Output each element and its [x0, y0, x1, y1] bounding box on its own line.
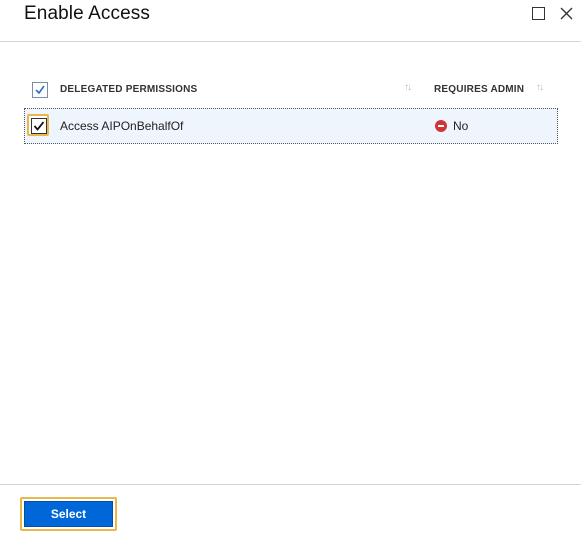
- select-button-highlight: Select: [20, 497, 117, 531]
- checkbox-box: [31, 118, 47, 134]
- sort-icon[interactable]: ↑↓: [404, 82, 412, 93]
- maximize-icon: [532, 7, 545, 20]
- maximize-button[interactable]: [531, 6, 547, 22]
- column-header-delegated-permissions[interactable]: DELEGATED PERMISSIONS: [60, 84, 197, 95]
- requires-admin-value: No: [453, 119, 469, 133]
- checkmark-icon: [33, 121, 45, 131]
- close-icon: [560, 7, 573, 20]
- column-header-requires-admin[interactable]: REQUIRES ADMIN: [434, 84, 524, 95]
- sort-icon[interactable]: ↑↓: [536, 82, 544, 93]
- close-button[interactable]: [559, 6, 575, 22]
- permissions-table: DELEGATED PERMISSIONS ↑↓ REQUIRES ADMIN …: [24, 78, 558, 144]
- blade-footer: Select: [0, 484, 581, 551]
- select-button[interactable]: Select: [24, 501, 113, 527]
- enable-access-blade: Enable Access DELEGATED PERMISSIONS ↑↓ R…: [0, 0, 581, 551]
- table-row[interactable]: Access AIPOnBehalfOf No: [24, 108, 558, 144]
- blocked-icon: [435, 120, 447, 132]
- checkmark-icon: [35, 85, 45, 95]
- permission-name: Access AIPOnBehalfOf: [60, 119, 184, 133]
- blade-header: Enable Access: [0, 0, 581, 42]
- blade-title: Enable Access: [24, 3, 150, 24]
- row-checkbox[interactable]: [27, 114, 49, 136]
- select-all-checkbox[interactable]: [32, 82, 48, 98]
- table-header: DELEGATED PERMISSIONS ↑↓ REQUIRES ADMIN …: [24, 78, 558, 102]
